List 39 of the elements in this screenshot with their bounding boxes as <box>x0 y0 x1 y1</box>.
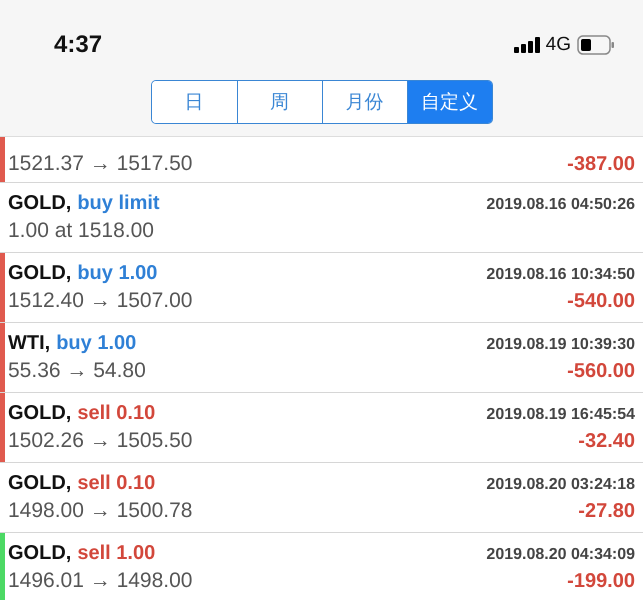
profit-value: -27.80 <box>578 500 635 523</box>
segment-tab[interactable]: 自定义 <box>406 81 492 123</box>
network-label: 4G <box>546 34 571 56</box>
order-type: buy 1.00 <box>56 332 136 355</box>
profit-value: -32.40 <box>578 430 635 453</box>
price-range: 1496.01 → 1498.00 <box>8 569 192 593</box>
order-time: 2019.08.16 04:50:26 <box>486 196 635 214</box>
order-time: 2019.08.16 10:34:50 <box>486 266 635 284</box>
order-time: 2019.08.19 10:39:30 <box>486 336 635 354</box>
price-range: 1521.37 → 1517.50 <box>8 152 192 176</box>
signal-icon <box>514 37 542 53</box>
battery-icon <box>577 35 615 55</box>
order-type: sell 0.10 <box>77 472 156 495</box>
profit-value: -199.00 <box>567 570 635 593</box>
order-type: sell 1.00 <box>77 542 156 565</box>
order-type: buy 1.00 <box>77 262 158 285</box>
order-time: 2019.08.20 03:24:18 <box>486 476 635 494</box>
order-type: sell 0.10 <box>77 402 156 425</box>
symbol-label: GOLD, <box>8 472 72 495</box>
segment-tab[interactable]: 日 <box>152 81 236 123</box>
profit-value: -560.00 <box>567 360 635 383</box>
symbol-label: WTI, <box>8 332 50 355</box>
price-range: 1502.26 → 1505.50 <box>8 429 192 453</box>
price-range: 1498.00 → 1500.78 <box>8 499 192 523</box>
order-type: buy limit <box>77 192 160 215</box>
profit-value: -540.00 <box>567 290 635 313</box>
order-time: 2019.08.20 04:34:09 <box>486 546 635 564</box>
symbol-label: GOLD, <box>8 192 72 215</box>
segment-tab[interactable]: 周 <box>236 81 322 123</box>
symbol-label: GOLD, <box>8 402 72 425</box>
price-range: 1512.40 → 1507.00 <box>8 289 192 313</box>
status-time: 4:37 <box>54 31 102 59</box>
symbol-label: GOLD, <box>8 542 72 565</box>
price-range: 1.00 at 1518.00 <box>8 219 154 243</box>
segment-tab[interactable]: 月份 <box>322 81 406 123</box>
profit-value: -387.00 <box>567 153 635 176</box>
price-range: 55.36 → 54.80 <box>8 359 146 383</box>
order-time: 2019.08.19 16:45:54 <box>486 406 635 424</box>
symbol-label: GOLD, <box>8 262 72 285</box>
